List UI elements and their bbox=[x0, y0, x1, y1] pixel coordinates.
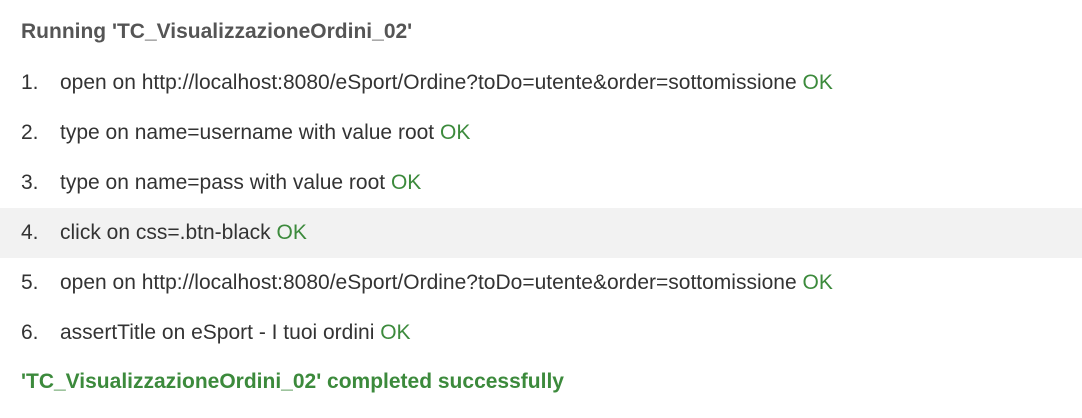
step-row-5[interactable]: 5. open on http://localhost:8080/eSport/… bbox=[0, 258, 1082, 308]
step-number: 5. bbox=[21, 271, 39, 294]
step-number: 2. bbox=[21, 121, 39, 144]
step-command: open on http://localhost:8080/eSport/Ord… bbox=[60, 71, 797, 94]
step-row-1[interactable]: 1. open on http://localhost:8080/eSport/… bbox=[0, 58, 1082, 108]
step-number: 1. bbox=[21, 71, 39, 94]
run-title: Running 'TC_VisualizzazioneOrdini_02' bbox=[21, 20, 413, 43]
step-status: OK bbox=[802, 71, 833, 94]
step-status: OK bbox=[276, 221, 307, 244]
step-command: type on name=username with value root bbox=[60, 121, 435, 144]
step-status: OK bbox=[390, 171, 422, 194]
step-row-6[interactable]: 6. assertTitle on eSport - I tuoi ordini… bbox=[0, 308, 1082, 358]
step-number: 6. bbox=[21, 321, 39, 344]
step-status: OK bbox=[380, 321, 411, 344]
step-command: click on css=.btn-black bbox=[60, 221, 271, 244]
step-command: type on name=pass with value root bbox=[60, 171, 386, 194]
step-command: open on http://localhost:8080/eSport/Ord… bbox=[60, 271, 797, 294]
step-status: OK bbox=[802, 271, 833, 294]
step-number: 3. bbox=[21, 171, 39, 194]
step-list: 1. open on http://localhost:8080/eSport/… bbox=[0, 58, 1082, 358]
step-command: assertTitle on eSport - I tuoi ordini bbox=[60, 321, 375, 344]
step-row-4[interactable]: 4. click on css=.btn-black OK bbox=[0, 208, 1082, 258]
step-number: 4. bbox=[21, 221, 39, 244]
step-row-3[interactable]: 3. type on name=pass with value root OK bbox=[0, 158, 1082, 208]
completion-message: 'TC_VisualizzazioneOrdini_02' completed … bbox=[21, 370, 564, 393]
step-row-2[interactable]: 2. type on name=username with value root… bbox=[0, 108, 1082, 158]
step-status: OK bbox=[439, 121, 471, 144]
